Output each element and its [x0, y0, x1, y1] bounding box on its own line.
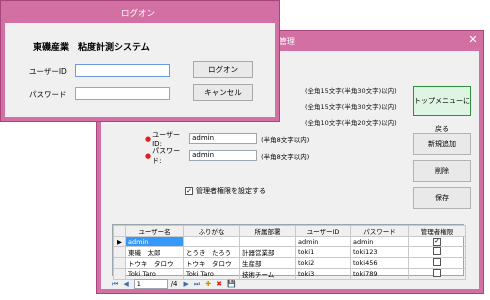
checkbox-unchecked-icon[interactable]	[433, 247, 441, 255]
checkbox-unchecked-icon[interactable]	[433, 258, 441, 266]
password-cell[interactable]: admin	[350, 236, 409, 247]
user-id-cell[interactable]: toki3	[295, 268, 351, 280]
checkbox-checked-icon[interactable]: ✓	[185, 187, 193, 195]
login-titlebar[interactable]: ログオン	[1, 1, 279, 23]
name-cell[interactable]: 東磯 太郎	[125, 246, 184, 258]
login-title: ログオン	[121, 9, 156, 19]
furigana-cell[interactable]: トウキ タロウ	[183, 257, 240, 269]
position-input[interactable]: 1	[133, 279, 168, 289]
checkbox-checked-icon[interactable]: ✓	[433, 237, 441, 246]
name-cell[interactable]: Toki Taro	[125, 268, 184, 280]
admin-permission-label: 管理者権限を設定する	[196, 187, 266, 195]
table-row[interactable]: トウキ タロウ トウキ タロウ 生産部 toki2 toki456	[113, 257, 466, 269]
furigana-cell[interactable]: Toki Taro	[183, 268, 240, 280]
row-header	[113, 257, 126, 269]
password-cell[interactable]: toki123	[350, 246, 409, 258]
user-id-cell[interactable]: admin	[295, 236, 351, 247]
save-button[interactable]: 保存	[413, 187, 471, 209]
column-header[interactable]: ふりがな	[183, 225, 240, 237]
user-id-cell[interactable]: toki2	[295, 257, 351, 269]
logon-button[interactable]: ログオン	[193, 61, 253, 78]
furigana-cell[interactable]: とうき たろう	[183, 246, 240, 258]
add-record-icon[interactable]: ✚	[205, 280, 211, 288]
login-password-input[interactable]	[75, 87, 170, 100]
last-record-icon[interactable]: ⏭	[194, 280, 200, 289]
login-window: ログオン 東磯産業 粘度計測システム ユーザーID パスワード ログオン キャン…	[0, 0, 280, 122]
admin-cell[interactable]	[408, 246, 466, 258]
checkbox-unchecked-icon[interactable]	[433, 269, 441, 277]
password-row: ● パスワード: admin (半角8文字以内)	[145, 147, 310, 165]
name-cell[interactable]: トウキ タロウ	[125, 257, 184, 269]
dept-cell[interactable]: 計器営業部	[239, 246, 296, 258]
new-button[interactable]: 新規追加	[413, 133, 471, 155]
login-client: 東磯産業 粘度計測システム ユーザーID パスワード ログオン キャンセル	[5, 23, 275, 117]
first-record-icon[interactable]: ⏮	[112, 280, 118, 289]
password-cell[interactable]: toki456	[350, 257, 409, 269]
user-id-label: ユーザーID	[29, 67, 67, 76]
required-marker: ●	[145, 134, 152, 143]
password-hint: (半角8文字以内)	[261, 152, 310, 161]
header-row: ユーザー名 ふりがな 所属部署 ユーザーID パスワード 管理者権限	[113, 225, 466, 237]
row-header	[113, 246, 126, 258]
binding-navigator: ⏮ ◀ 1 /4 ▶ ⏭ ✚ ✖ 💾	[112, 279, 464, 289]
user-id-hint: (半角8文字以内)	[261, 135, 310, 144]
users-table: ユーザー名 ふりがな 所属部署 ユーザーID パスワード 管理者権限 ▶ adm…	[113, 225, 466, 280]
user-id-row: ● ユーザーID: admin (半角8文字以内)	[145, 131, 310, 148]
table-row[interactable]: Toki Taro Toki Taro 技術チーム toki3 toki789	[113, 268, 466, 280]
previous-record-icon[interactable]: ◀	[123, 280, 128, 288]
dept-cell[interactable]: 生産部	[239, 257, 296, 269]
column-header[interactable]: 管理者権限	[408, 225, 466, 237]
user-id-cell[interactable]: toki1	[295, 246, 351, 258]
user-id-field[interactable]: admin	[189, 133, 258, 144]
table-row[interactable]: ▶ admin admin admin ✓	[113, 236, 466, 247]
dept-cell[interactable]	[239, 236, 296, 247]
system-title: 東磯産業 粘度計測システム	[33, 43, 150, 53]
current-row-indicator-icon: ▶	[113, 236, 126, 247]
furigana-hint: (全角15文字(半角30文字)以内)	[305, 103, 397, 111]
next-record-icon[interactable]: ▶	[184, 280, 189, 288]
admin-cell[interactable]: ✓	[408, 236, 466, 247]
required-marker: ●	[145, 151, 152, 160]
admin-permission-checkbox[interactable]: ✓ 管理者権限を設定する	[185, 186, 266, 196]
password-cell[interactable]: toki789	[350, 268, 409, 280]
column-header[interactable]: パスワード	[350, 225, 409, 237]
cancel-button[interactable]: キャンセル	[193, 84, 253, 101]
admin-cell[interactable]	[408, 257, 466, 269]
delete-record-icon[interactable]: ✖	[216, 280, 222, 288]
password-field[interactable]: admin	[189, 150, 258, 161]
close-icon[interactable]: ✕	[467, 34, 479, 46]
row-header-corner	[113, 225, 126, 237]
users-grid[interactable]: ユーザー名 ふりがな 所属部署 ユーザーID パスワード 管理者権限 ▶ adm…	[112, 224, 466, 280]
dept-hint: (全角10文字(半角20文字)以内)	[305, 119, 397, 127]
delete-button[interactable]: 削除	[413, 160, 471, 182]
row-header	[113, 268, 126, 280]
dept-cell[interactable]: 技術チーム	[239, 268, 296, 280]
column-header[interactable]: ユーザーID	[295, 225, 351, 237]
furigana-cell[interactable]	[183, 236, 240, 247]
record-count: /4	[170, 280, 178, 288]
password-label: パスワード:	[152, 146, 181, 165]
name-hint: (全角15文字(半角30文字)以内)	[305, 87, 397, 95]
name-cell[interactable]: admin	[125, 236, 184, 247]
column-header[interactable]: 所属部署	[239, 225, 296, 237]
admin-cell[interactable]	[408, 268, 466, 280]
top-menu-button[interactable]: トップメニューに戻る	[413, 86, 471, 133]
table-row[interactable]: 東磯 太郎 とうき たろう 計器営業部 toki1 toki123	[113, 246, 466, 258]
column-header[interactable]: ユーザー名	[125, 225, 184, 237]
save-record-icon[interactable]: 💾	[227, 280, 236, 288]
password-label: パスワード	[29, 90, 67, 99]
login-user-id-input[interactable]	[75, 64, 170, 77]
